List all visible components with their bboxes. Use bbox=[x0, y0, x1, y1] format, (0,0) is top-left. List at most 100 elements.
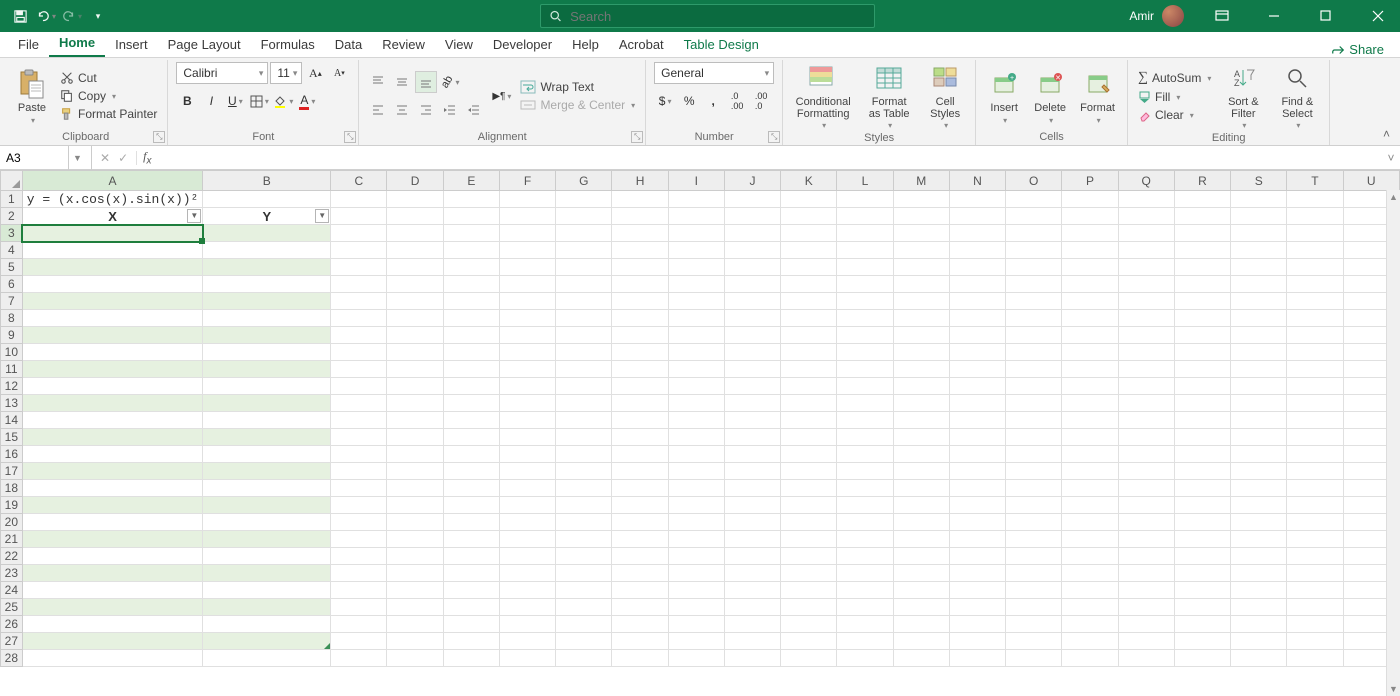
cell-I28[interactable] bbox=[668, 650, 724, 667]
cell-C26[interactable] bbox=[331, 616, 387, 633]
cell-K9[interactable] bbox=[781, 327, 837, 344]
cell-G1[interactable] bbox=[556, 191, 612, 208]
cell-S18[interactable] bbox=[1231, 480, 1287, 497]
cell-Q26[interactable] bbox=[1118, 616, 1174, 633]
cell-R6[interactable] bbox=[1174, 276, 1230, 293]
cell-P26[interactable] bbox=[1062, 616, 1118, 633]
column-header-O[interactable]: O bbox=[1006, 171, 1062, 191]
cell-H10[interactable] bbox=[612, 344, 668, 361]
cell-B2[interactable]: Y▼ bbox=[203, 208, 331, 225]
cell-I26[interactable] bbox=[668, 616, 724, 633]
formula-bar[interactable] bbox=[157, 151, 1382, 165]
cell-L27[interactable] bbox=[837, 633, 893, 650]
cell-M1[interactable] bbox=[893, 191, 949, 208]
cell-B15[interactable] bbox=[203, 429, 331, 446]
cell-N1[interactable] bbox=[949, 191, 1005, 208]
cell-I19[interactable] bbox=[668, 497, 724, 514]
cell-Q11[interactable] bbox=[1118, 361, 1174, 378]
align-bottom-button[interactable] bbox=[415, 71, 437, 93]
cell-S13[interactable] bbox=[1231, 395, 1287, 412]
cell-H3[interactable] bbox=[612, 225, 668, 242]
cell-Q12[interactable] bbox=[1118, 378, 1174, 395]
cell-F8[interactable] bbox=[499, 310, 555, 327]
cell-H21[interactable] bbox=[612, 531, 668, 548]
cell-E25[interactable] bbox=[443, 599, 499, 616]
cell-I15[interactable] bbox=[668, 429, 724, 446]
cell-I22[interactable] bbox=[668, 548, 724, 565]
cell-G26[interactable] bbox=[556, 616, 612, 633]
cell-C25[interactable] bbox=[331, 599, 387, 616]
cell-B26[interactable] bbox=[203, 616, 331, 633]
cell-C23[interactable] bbox=[331, 565, 387, 582]
cell-T11[interactable] bbox=[1287, 361, 1343, 378]
cell-F28[interactable] bbox=[499, 650, 555, 667]
cell-H28[interactable] bbox=[612, 650, 668, 667]
cell-E27[interactable] bbox=[443, 633, 499, 650]
cell-C18[interactable] bbox=[331, 480, 387, 497]
cell-R2[interactable] bbox=[1174, 208, 1230, 225]
borders-button[interactable] bbox=[248, 90, 270, 112]
cell-R23[interactable] bbox=[1174, 565, 1230, 582]
cell-C14[interactable] bbox=[331, 412, 387, 429]
cell-K10[interactable] bbox=[781, 344, 837, 361]
cell-T7[interactable] bbox=[1287, 293, 1343, 310]
cell-B4[interactable] bbox=[203, 242, 331, 259]
cell-K3[interactable] bbox=[781, 225, 837, 242]
cell-G27[interactable] bbox=[556, 633, 612, 650]
cell-K20[interactable] bbox=[781, 514, 837, 531]
search-box[interactable] bbox=[540, 4, 875, 28]
cell-H19[interactable] bbox=[612, 497, 668, 514]
column-header-H[interactable]: H bbox=[612, 171, 668, 191]
tab-data[interactable]: Data bbox=[325, 33, 372, 57]
cell-J12[interactable] bbox=[724, 378, 780, 395]
cell-O13[interactable] bbox=[1006, 395, 1062, 412]
tab-page-layout[interactable]: Page Layout bbox=[158, 33, 251, 57]
cell-L1[interactable] bbox=[837, 191, 893, 208]
cell-G17[interactable] bbox=[556, 463, 612, 480]
column-header-L[interactable]: L bbox=[837, 171, 893, 191]
cell-L11[interactable] bbox=[837, 361, 893, 378]
cell-N17[interactable] bbox=[949, 463, 1005, 480]
cell-H27[interactable] bbox=[612, 633, 668, 650]
cell-E24[interactable] bbox=[443, 582, 499, 599]
cell-A23[interactable] bbox=[22, 565, 203, 582]
cell-R7[interactable] bbox=[1174, 293, 1230, 310]
cell-F14[interactable] bbox=[499, 412, 555, 429]
cell-I6[interactable] bbox=[668, 276, 724, 293]
cell-R11[interactable] bbox=[1174, 361, 1230, 378]
cell-E4[interactable] bbox=[443, 242, 499, 259]
cell-O27[interactable] bbox=[1006, 633, 1062, 650]
cell-G21[interactable] bbox=[556, 531, 612, 548]
cell-J22[interactable] bbox=[724, 548, 780, 565]
cell-E17[interactable] bbox=[443, 463, 499, 480]
cell-D16[interactable] bbox=[387, 446, 443, 463]
cell-T20[interactable] bbox=[1287, 514, 1343, 531]
cell-A1[interactable]: y = (x.cos(x).sin(x))² bbox=[22, 191, 203, 208]
cell-N27[interactable] bbox=[949, 633, 1005, 650]
cell-P28[interactable] bbox=[1062, 650, 1118, 667]
maximize-button[interactable] bbox=[1304, 0, 1348, 32]
cell-O18[interactable] bbox=[1006, 480, 1062, 497]
cell-styles-button[interactable]: Cell Styles bbox=[923, 62, 967, 131]
column-header-U[interactable]: U bbox=[1343, 171, 1399, 191]
cell-D14[interactable] bbox=[387, 412, 443, 429]
cell-A26[interactable] bbox=[22, 616, 203, 633]
tab-review[interactable]: Review bbox=[372, 33, 435, 57]
cell-H9[interactable] bbox=[612, 327, 668, 344]
cell-J4[interactable] bbox=[724, 242, 780, 259]
row-header-8[interactable]: 8 bbox=[1, 310, 23, 327]
row-header-14[interactable]: 14 bbox=[1, 412, 23, 429]
cell-O7[interactable] bbox=[1006, 293, 1062, 310]
undo-button[interactable] bbox=[36, 6, 56, 26]
row-header-3[interactable]: 3 bbox=[1, 225, 23, 242]
cell-E18[interactable] bbox=[443, 480, 499, 497]
row-header-26[interactable]: 26 bbox=[1, 616, 23, 633]
cell-B17[interactable] bbox=[203, 463, 331, 480]
cell-C11[interactable] bbox=[331, 361, 387, 378]
cell-R27[interactable] bbox=[1174, 633, 1230, 650]
cell-S9[interactable] bbox=[1231, 327, 1287, 344]
cell-K21[interactable] bbox=[781, 531, 837, 548]
collapse-ribbon-button[interactable]: ˄ bbox=[1373, 123, 1400, 145]
cell-T6[interactable] bbox=[1287, 276, 1343, 293]
cell-F2[interactable] bbox=[499, 208, 555, 225]
